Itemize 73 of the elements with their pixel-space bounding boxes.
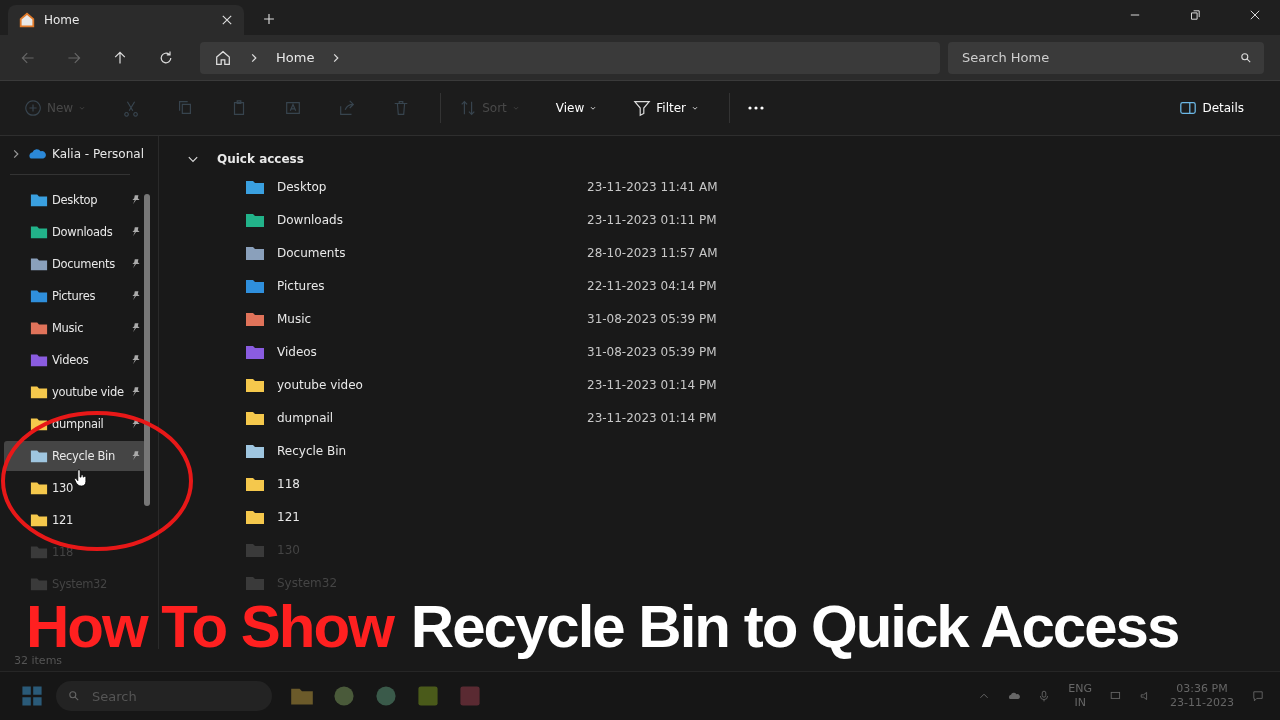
item-count: 32 items — [14, 653, 63, 667]
sidebar-item[interactable]: dumpnail — [4, 409, 146, 439]
sidebar-item[interactable]: 121 — [4, 505, 146, 535]
sidebar-item[interactable]: Kalia - Personal — [0, 144, 158, 164]
search-field[interactable]: Search Home — [948, 41, 1264, 74]
hand-cursor-icon — [74, 469, 87, 487]
tab-title: Home — [44, 13, 81, 27]
date-modified: 31-08-2023 05:39 PM — [587, 344, 717, 359]
file-name[interactable]: youtube video — [277, 377, 587, 392]
restore-icon[interactable] — [1188, 8, 1202, 22]
sidebar-item[interactable]: youtube vide — [4, 377, 146, 407]
app-icon[interactable] — [416, 684, 440, 708]
section-header[interactable]: Quick access — [187, 148, 1280, 170]
up-icon[interactable] — [112, 49, 128, 66]
breadcrumb[interactable]: Home — [276, 50, 315, 65]
date-modified: 23-11-2023 11:41 AM — [587, 179, 718, 194]
monitor-icon[interactable] — [1110, 690, 1123, 702]
file-name[interactable]: Recycle Bin — [277, 443, 587, 458]
date-modified: 23-11-2023 01:14 PM — [587, 377, 717, 392]
file-name[interactable]: Videos — [277, 344, 587, 359]
file-name[interactable]: Documents — [277, 245, 587, 260]
close-icon[interactable] — [1248, 8, 1262, 22]
more-icon — [748, 106, 764, 110]
search-icon — [1240, 51, 1252, 64]
caret-icon — [589, 104, 598, 112]
browser-icon[interactable] — [332, 684, 356, 708]
home-icon — [18, 11, 36, 29]
filter-button[interactable]: Filter — [627, 93, 705, 123]
notification-icon[interactable] — [1252, 690, 1264, 702]
file-name[interactable]: dumpnail — [277, 410, 587, 425]
microphone-icon[interactable] — [1038, 690, 1051, 702]
caret-icon — [511, 104, 520, 112]
browser-icon[interactable] — [374, 684, 398, 708]
new-tab-icon[interactable] — [262, 12, 276, 26]
scrollbar-thumb[interactable] — [144, 194, 150, 506]
app-icon[interactable] — [458, 684, 482, 708]
refresh-icon[interactable] — [158, 49, 174, 66]
rename-icon — [284, 99, 303, 117]
start-icon[interactable] — [20, 684, 44, 708]
sidebar-item[interactable]: Desktop — [4, 185, 146, 215]
sidebar-item[interactable]: 130 — [4, 473, 146, 503]
date-modified: 31-08-2023 05:39 PM — [587, 311, 717, 326]
view-button[interactable]: View — [549, 95, 604, 121]
tab[interactable]: Home — [8, 5, 244, 35]
panel-icon — [1179, 99, 1198, 117]
search-icon — [68, 690, 80, 702]
details-button[interactable]: Details — [1173, 93, 1250, 123]
scissors-icon — [122, 99, 141, 117]
account-name: Kalia - Personal — [52, 147, 144, 161]
file-name[interactable]: Pictures — [277, 278, 587, 293]
sidebar-item[interactable]: Downloads — [4, 217, 146, 247]
cloud-icon[interactable] — [1008, 690, 1021, 702]
file-name[interactable]: Music — [277, 311, 587, 326]
home-icon — [214, 48, 232, 67]
file-name[interactable]: 118 — [277, 476, 587, 491]
share-icon — [338, 99, 357, 117]
sidebar-item[interactable]: Recycle Bin — [4, 441, 146, 471]
filter-icon — [633, 99, 652, 117]
date-modified: 28-10-2023 11:57 AM — [587, 245, 718, 260]
caret-icon — [691, 104, 699, 112]
sidebar-item[interactable]: Videos — [4, 345, 146, 375]
date-modified: 22-11-2023 04:14 PM — [587, 278, 717, 293]
date-modified: 23-11-2023 01:11 PM — [587, 212, 717, 227]
file-name[interactable]: Desktop — [277, 179, 587, 194]
date-modified: 23-11-2023 01:14 PM — [587, 410, 717, 425]
sidebar-item[interactable]: Music — [4, 313, 146, 343]
close-icon[interactable] — [220, 13, 234, 27]
caret-icon — [78, 104, 87, 112]
address-bar[interactable]: Home — [200, 41, 940, 74]
file-name[interactable]: Downloads — [277, 212, 587, 227]
sidebar-item[interactable]: Pictures — [4, 281, 146, 311]
sidebar-item[interactable]: Documents — [4, 249, 146, 279]
file-name[interactable]: 121 — [277, 509, 587, 524]
